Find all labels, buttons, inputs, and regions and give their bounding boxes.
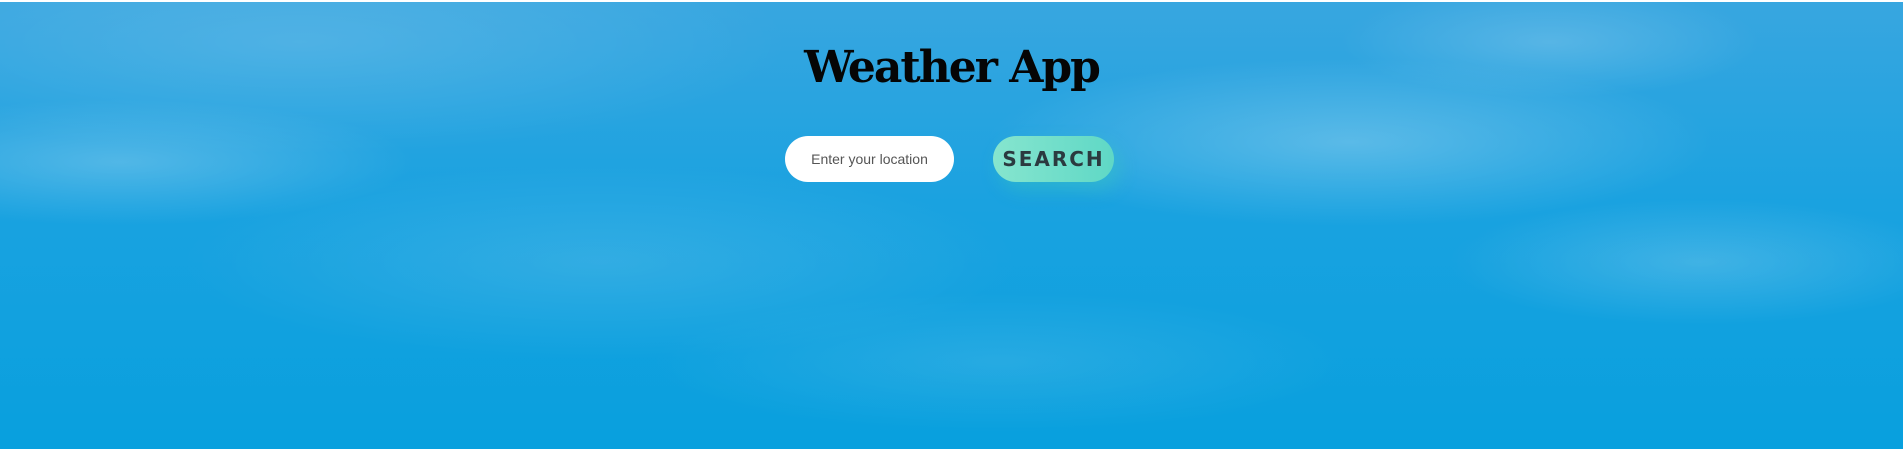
location-input[interactable]	[785, 136, 954, 182]
page-title: Weather App	[804, 42, 1101, 93]
search-button[interactable]: SEARCH	[993, 136, 1114, 182]
